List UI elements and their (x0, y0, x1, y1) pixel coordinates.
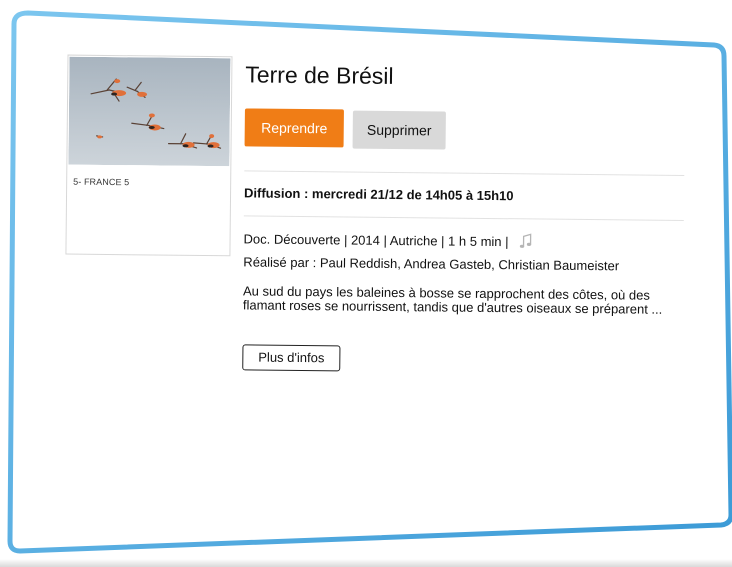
program-thumbnail-card[interactable]: 5- FRANCE 5 (65, 54, 233, 257)
resume-button[interactable]: Reprendre (244, 108, 344, 148)
divider (244, 170, 685, 177)
more-info-button[interactable]: Plus d'infos (242, 344, 341, 372)
program-thumbnail-image (68, 56, 231, 167)
program-detail-panel: 5- FRANCE 5 Terre de Brésil Reprendre Su… (0, 0, 732, 567)
broadcast-info: Diffusion : mercredi 21/12 de 14h05 à 15… (243, 185, 514, 204)
program-synopsis: Au sud du pays les baleines à bosse se r… (242, 283, 663, 317)
program-title: Terre de Brésil (245, 61, 394, 89)
director-credits: Réalisé par : Paul Reddish, Andrea Gaste… (243, 254, 620, 274)
music-note-icon (518, 233, 532, 252)
program-meta-text: Doc. Découverte | 2014 | Autriche | 1 h … (243, 231, 509, 250)
delete-button[interactable]: Supprimer (352, 110, 446, 150)
channel-label: 5- FRANCE 5 (73, 176, 130, 188)
program-meta: Doc. Découverte | 2014 | Autriche | 1 h … (243, 230, 532, 252)
divider (243, 215, 684, 222)
frame-shadow (0, 559, 732, 567)
tv-screen: 5- FRANCE 5 Terre de Brésil Reprendre Su… (0, 0, 732, 567)
